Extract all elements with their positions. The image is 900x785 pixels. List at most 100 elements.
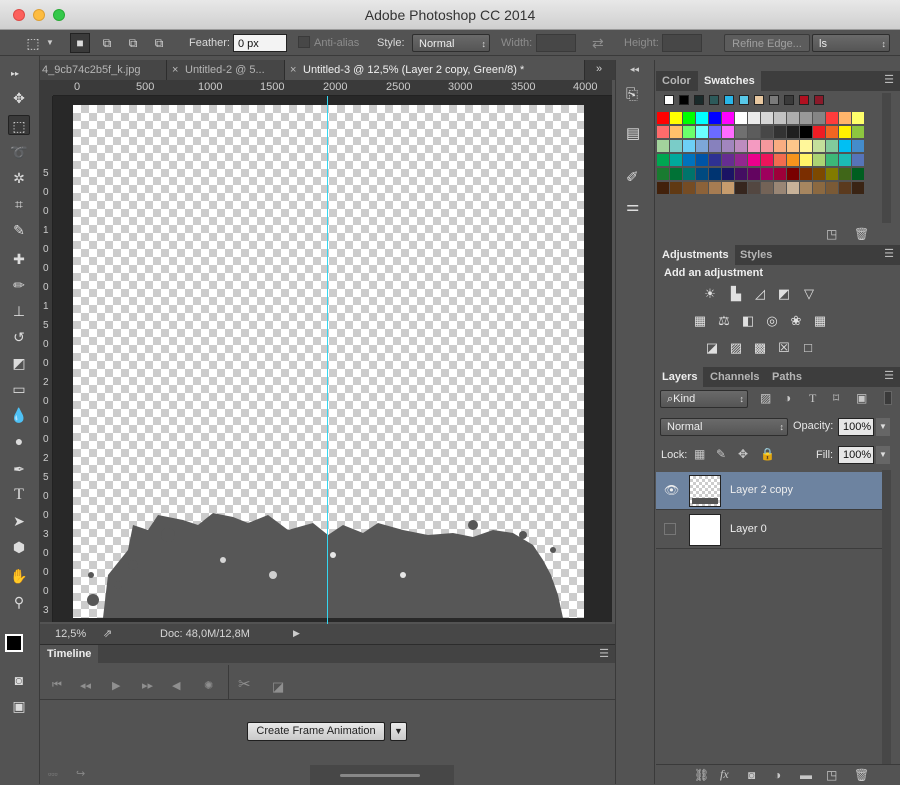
color-swatch[interactable] — [722, 168, 734, 180]
black-white-icon[interactable]: ◧ — [740, 314, 756, 328]
new-group-icon[interactable]: ▬ — [800, 768, 812, 782]
color-swatch[interactable] — [800, 154, 812, 166]
color-swatch[interactable] — [709, 168, 721, 180]
convert-icon[interactable]: ↪ — [76, 767, 85, 780]
collapse-toolbox-icon[interactable]: ▸▸ — [4, 64, 26, 84]
create-frame-animation-button[interactable]: Create Frame Animation — [247, 722, 385, 741]
color-swatch[interactable] — [774, 126, 786, 138]
new-swatch-icon[interactable]: ◳ — [826, 227, 837, 241]
layer-name[interactable]: Layer 0 — [730, 523, 767, 535]
eraser-tool-icon[interactable]: ◩ — [8, 353, 30, 373]
color-swatch[interactable] — [670, 140, 682, 152]
color-swatch[interactable] — [683, 168, 695, 180]
recent-swatch[interactable] — [694, 95, 704, 105]
delete-layer-icon[interactable]: 🗑 — [854, 768, 869, 782]
filter-pixel-icon[interactable]: ▨ — [760, 391, 771, 405]
color-swatch[interactable] — [735, 182, 747, 194]
delete-swatch-icon[interactable]: 🗑 — [854, 227, 869, 241]
lock-transparent-icon[interactable]: ▦ — [694, 447, 705, 461]
tab-styles[interactable]: Styles — [734, 245, 778, 265]
color-swatch[interactable] — [748, 154, 760, 166]
color-swatch[interactable] — [696, 112, 708, 124]
color-swatch[interactable] — [696, 126, 708, 138]
quick-mask-icon[interactable]: ◙ — [8, 670, 30, 690]
eye-icon[interactable]: 👁 — [664, 483, 679, 497]
share-icon[interactable]: ⇗ — [103, 627, 112, 640]
color-swatch[interactable] — [696, 182, 708, 194]
color-swatch[interactable] — [748, 112, 760, 124]
color-swatch[interactable] — [761, 112, 773, 124]
color-swatch[interactable] — [670, 112, 682, 124]
posterize-icon[interactable]: ▨ — [728, 341, 744, 355]
settings-icon[interactable]: ✺ — [204, 679, 213, 692]
filter-shape-icon[interactable]: ⌑ — [833, 391, 839, 405]
style-dropdown[interactable]: Normal — [412, 34, 490, 53]
color-swatch[interactable] — [761, 154, 773, 166]
color-swatch[interactable] — [748, 168, 760, 180]
color-swatch[interactable] — [735, 112, 747, 124]
color-swatch[interactable] — [748, 182, 760, 194]
color-swatch[interactable] — [813, 126, 825, 138]
lock-image-icon[interactable]: ✎ — [716, 447, 726, 461]
more-tabs-icon[interactable]: » — [596, 63, 602, 75]
color-swatch[interactable] — [787, 140, 799, 152]
brush-tool-icon[interactable]: ✏ — [8, 275, 30, 295]
play-icon[interactable]: ▶ — [112, 679, 120, 692]
blend-mode-dropdown[interactable]: Normal — [660, 418, 788, 436]
timeline-tab[interactable]: Timeline — [40, 645, 98, 663]
zoom-tool-icon[interactable]: ⚲ — [8, 592, 30, 612]
vertical-guide[interactable] — [327, 96, 328, 624]
photo-filter-icon[interactable]: ◎ — [764, 314, 780, 328]
color-swatch[interactable] — [800, 112, 812, 124]
gradient-map-icon[interactable]: ☒ — [776, 341, 792, 355]
previous-frame-icon[interactable]: ◂◂ — [80, 679, 91, 692]
next-frame-icon[interactable]: ▸▸ — [142, 679, 153, 692]
color-swatch[interactable] — [774, 140, 786, 152]
color-swatch[interactable] — [852, 126, 864, 138]
add-mask-icon[interactable]: ◙ — [748, 768, 755, 782]
opacity-slider-icon[interactable]: ▼ — [876, 418, 890, 436]
fill-input[interactable]: 100% — [838, 446, 874, 464]
color-swatch[interactable] — [670, 126, 682, 138]
tab-color[interactable]: Color — [656, 71, 697, 91]
swap-dimensions-icon[interactable]: ⇄ — [592, 34, 604, 52]
color-swatch[interactable] — [839, 126, 851, 138]
color-swatch[interactable] — [735, 126, 747, 138]
subtract-selection-icon[interactable]: ⧉ — [124, 34, 142, 52]
color-swatch[interactable] — [657, 112, 669, 124]
color-swatch[interactable] — [683, 112, 695, 124]
color-swatch[interactable] — [657, 140, 669, 152]
color-swatch[interactable] — [826, 168, 838, 180]
recent-swatch[interactable] — [679, 95, 689, 105]
color-swatch[interactable] — [722, 140, 734, 152]
ruler-origin[interactable] — [40, 80, 53, 96]
status-menu-icon[interactable]: ▶ — [293, 628, 300, 639]
color-swatch[interactable] — [774, 112, 786, 124]
document-canvas[interactable] — [73, 105, 584, 618]
color-swatch[interactable] — [813, 182, 825, 194]
blur-tool-icon[interactable]: 💧 — [8, 405, 30, 425]
layer-filter-dropdown[interactable]: ⌕Kind — [660, 390, 748, 408]
color-swatch[interactable] — [709, 126, 721, 138]
color-swatch[interactable] — [839, 182, 851, 194]
lock-all-icon[interactable]: 🔒 — [760, 447, 775, 461]
clone-stamp-tool-icon[interactable]: ⊥ — [8, 301, 30, 321]
create-animation-dropdown-icon[interactable]: ▼ — [390, 722, 407, 741]
color-swatch[interactable] — [774, 168, 786, 180]
preset-dropdown-icon[interactable]: ▼ — [46, 34, 54, 52]
color-swatch[interactable] — [826, 140, 838, 152]
lock-position-icon[interactable]: ✥ — [738, 447, 748, 461]
color-swatch[interactable] — [657, 168, 669, 180]
recent-swatch[interactable] — [769, 95, 779, 105]
link-layers-icon[interactable]: ⛓ — [694, 768, 709, 782]
close-tab-icon[interactable]: × — [290, 60, 296, 80]
color-swatch[interactable] — [826, 126, 838, 138]
refine-edge-button[interactable]: Refine Edge... — [724, 34, 810, 52]
color-swatch[interactable] — [800, 140, 812, 152]
panel-menu-icon[interactable]: ☰ — [884, 369, 894, 382]
color-swatch[interactable] — [852, 112, 864, 124]
color-swatch[interactable] — [800, 126, 812, 138]
color-swatch[interactable] — [774, 154, 786, 166]
color-swatch[interactable] — [735, 154, 747, 166]
color-swatch[interactable] — [735, 168, 747, 180]
